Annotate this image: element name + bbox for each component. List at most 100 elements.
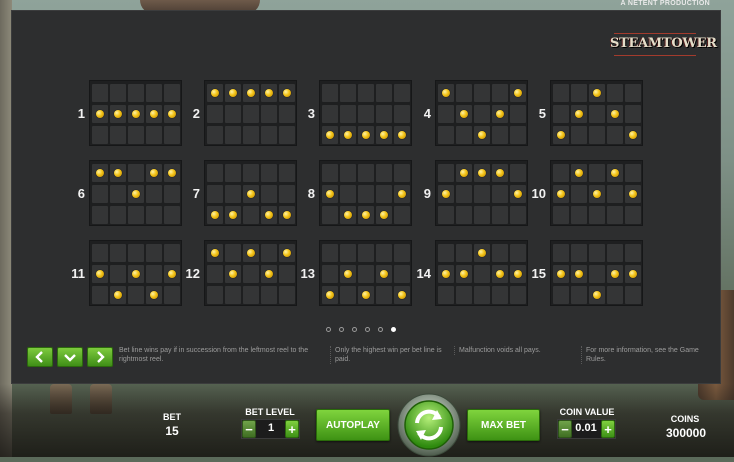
reel-cell <box>456 84 472 102</box>
reel-cell <box>146 126 162 144</box>
reel-cell <box>625 286 641 304</box>
bet-level-value: 1 <box>267 422 275 434</box>
reel-cell <box>92 206 108 224</box>
coin-value-plus-button[interactable]: + <box>601 420 615 438</box>
coin-marker-icon <box>211 211 219 219</box>
autoplay-button[interactable]: AUTOPLAY <box>316 409 390 441</box>
coin-marker-icon <box>460 169 468 177</box>
coin-marker-icon <box>150 169 158 177</box>
next-page-button[interactable] <box>87 347 113 367</box>
payline-grid <box>550 160 643 226</box>
coin-marker-icon <box>229 211 237 219</box>
reel-cell <box>340 84 356 102</box>
coin-marker-icon <box>442 89 450 97</box>
reel-cell <box>474 265 490 283</box>
reel-cell <box>376 164 392 182</box>
coin-marker-icon <box>247 89 255 97</box>
coin-marker-icon <box>247 190 255 198</box>
close-paytable-button[interactable] <box>57 347 83 367</box>
reel-cell <box>146 105 162 123</box>
coin-value-minus-button[interactable]: − <box>558 420 572 438</box>
reel-cell <box>207 265 223 283</box>
reel-cell <box>438 185 454 203</box>
reel-cell <box>358 126 374 144</box>
payline: 4 <box>405 80 528 150</box>
reel-cell <box>110 126 126 144</box>
coin-marker-icon <box>362 291 370 299</box>
game-logo: STEAMTOWER <box>610 33 717 57</box>
reel-cell <box>376 244 392 262</box>
coin-marker-icon <box>150 291 158 299</box>
reel-cell <box>589 244 605 262</box>
coin-marker-icon <box>611 169 619 177</box>
coin-marker-icon <box>496 169 504 177</box>
max-bet-button[interactable]: MAX BET <box>467 409 540 441</box>
info-text-malfunction: Malfunction voids all pays. <box>454 346 579 355</box>
payline-number: 6 <box>77 186 85 201</box>
coin-marker-icon <box>460 270 468 278</box>
reel-cell <box>456 105 472 123</box>
reel-cell <box>261 206 277 224</box>
coin-marker-icon <box>557 131 565 139</box>
chevron-right-icon <box>97 351 105 363</box>
coin-marker-icon <box>265 89 273 97</box>
page-dot[interactable] <box>326 327 331 332</box>
page-dot[interactable] <box>339 327 344 332</box>
reel-cell <box>553 185 569 203</box>
reel-cell <box>128 84 144 102</box>
reel-cell <box>358 286 374 304</box>
coin-marker-icon <box>478 131 486 139</box>
reel-cell <box>340 244 356 262</box>
reel-cell <box>553 244 569 262</box>
coins-value: 300000 <box>665 426 707 440</box>
page-dot[interactable] <box>378 327 383 332</box>
payline-grid <box>89 240 182 306</box>
reel-cell <box>492 105 508 123</box>
reel-cell <box>207 206 223 224</box>
reel-cell <box>261 126 277 144</box>
reel-cell <box>438 265 454 283</box>
coin-marker-icon <box>326 131 334 139</box>
bet-level-plus-button[interactable]: + <box>285 420 299 438</box>
payline: 12 <box>174 240 297 310</box>
reel-cell <box>438 126 454 144</box>
reel-cell <box>128 265 144 283</box>
coin-marker-icon <box>114 291 122 299</box>
payline-number: 3 <box>307 106 315 121</box>
reel-cell <box>358 244 374 262</box>
coin-marker-icon <box>380 131 388 139</box>
bet-level-minus-button[interactable]: − <box>242 420 256 438</box>
reel-cell <box>261 164 277 182</box>
reel-cell <box>474 164 490 182</box>
reel-cell <box>492 84 508 102</box>
reel-cell <box>243 164 259 182</box>
spin-button[interactable] <box>397 393 461 457</box>
page-dot[interactable] <box>391 327 396 332</box>
reel-cell <box>92 164 108 182</box>
logo-rule-bottom <box>614 55 696 56</box>
reel-cell <box>243 185 259 203</box>
reel-cell <box>92 105 108 123</box>
chevron-left-icon <box>35 351 43 363</box>
reel-cell <box>607 84 623 102</box>
reel-cell <box>243 84 259 102</box>
coin-marker-icon <box>496 270 504 278</box>
reel-cell <box>92 265 108 283</box>
page-dot[interactable] <box>365 327 370 332</box>
reel-cell <box>110 105 126 123</box>
coin-marker-icon <box>460 110 468 118</box>
reel-cell <box>376 286 392 304</box>
prev-page-button[interactable] <box>27 347 53 367</box>
reel-cell <box>474 185 490 203</box>
page-dot[interactable] <box>352 327 357 332</box>
coin-marker-icon <box>629 131 637 139</box>
coin-marker-icon <box>575 169 583 177</box>
reel-cell <box>571 244 587 262</box>
reel-cell <box>207 286 223 304</box>
reel-cell <box>474 105 490 123</box>
reel-cell <box>92 244 108 262</box>
payline-number: 13 <box>300 266 315 281</box>
reel-cell <box>146 185 162 203</box>
reel-cell <box>92 126 108 144</box>
reel-cell <box>376 84 392 102</box>
